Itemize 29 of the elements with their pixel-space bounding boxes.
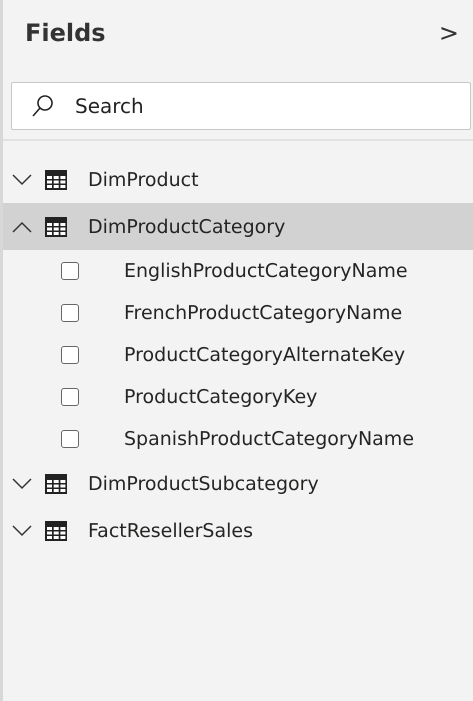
table-row[interactable]: DimProductCategory — [3, 203, 473, 250]
table-icon — [45, 216, 67, 236]
field-name[interactable]: SpanishProductCategoryName — [124, 428, 414, 450]
table-name: FactResellerSales — [88, 520, 253, 542]
search-field[interactable]: Search — [11, 82, 471, 130]
table-row[interactable]: FactResellerSales — [3, 507, 473, 554]
pane-title: Fields — [25, 19, 106, 47]
field-name[interactable]: ProductCategoryAlternateKey — [124, 344, 406, 366]
field-checkbox[interactable] — [61, 430, 79, 448]
field-checkbox[interactable] — [61, 262, 79, 280]
table-name: DimProductSubcategory — [88, 472, 319, 494]
table-row[interactable]: DimProduct — [3, 156, 473, 203]
field-name[interactable]: ProductCategoryKey — [124, 386, 318, 408]
field-checkbox[interactable] — [61, 304, 79, 322]
table-name: DimProduct — [88, 168, 199, 190]
field-checkbox[interactable] — [61, 346, 79, 364]
chevron-down-icon[interactable] — [12, 524, 32, 536]
field-checkbox[interactable] — [61, 388, 79, 406]
table-row[interactable]: DimProductSubcategory — [3, 460, 473, 507]
collapse-button[interactable]: > — [434, 19, 463, 47]
table-icon — [45, 474, 67, 494]
field-name[interactable]: EnglishProductCategoryName — [124, 260, 408, 282]
table-name: DimProductCategory — [88, 216, 286, 238]
table-icon — [45, 520, 67, 540]
chevron-down-icon[interactable] — [12, 174, 32, 186]
field-name[interactable]: FrenchProductCategoryName — [124, 302, 402, 324]
chevron-up-icon[interactable] — [12, 220, 32, 232]
table-icon — [45, 170, 67, 190]
chevron-down-icon[interactable] — [12, 478, 32, 490]
